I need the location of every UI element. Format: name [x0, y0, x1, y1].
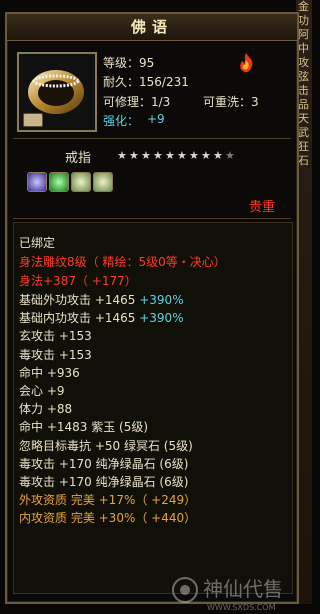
- watermark-text: 神仙代售: [203, 577, 283, 601]
- star-rating: ★ ★ ★ ★ ★ ★ ★ ★ ★ ★: [117, 150, 236, 161]
- attribute-line: 命中 +936: [19, 364, 196, 382]
- attribute-list: 基础外功攻击 +1465 +390% 基础内功攻击 +1465 +390% 玄攻击 …: [19, 291, 196, 527]
- crystal-gem-icon[interactable]: [93, 172, 113, 192]
- attribute-text: 基础内功攻击 +1465: [19, 311, 140, 326]
- attribute-line: 毒攻击 +170 纯净绿晶石 (6级): [19, 455, 196, 473]
- star-icon: ★: [201, 149, 211, 162]
- attribute-line: 命中 +1483 紫玉 (5级): [19, 418, 196, 436]
- attribute-text: 内攻资质 完美 +30%（ +440）: [19, 511, 197, 526]
- bound-status: 已绑定: [19, 236, 56, 250]
- attribute-text: 命中 +1483 紫玉 (5级): [19, 420, 149, 435]
- rarity-label: 贵重: [249, 200, 276, 215]
- attribute-line: 外攻资质 完美 +17%（ +249）: [19, 491, 196, 509]
- attribute-text: 体力 +88: [19, 402, 73, 417]
- flame-icon: [240, 53, 253, 73]
- attribute-line: 体力 +88: [19, 400, 196, 418]
- engrave-line: 身法雕纹8级（ 精绘：5级0等・决心）: [19, 255, 226, 269]
- watermark-url: WWW.SXDS.COM: [207, 603, 276, 612]
- item-name: 佛语: [7, 14, 297, 41]
- divider: [13, 218, 291, 219]
- star-icon: ★: [129, 149, 139, 162]
- item-tooltip: 佛语 等级：95 耐久：156/231 可修理：1/3 可重洗：3 强化： +9…: [5, 12, 299, 612]
- star-icon: ★: [213, 149, 223, 162]
- star-icon: ★: [153, 149, 163, 162]
- star-icon: ★: [177, 149, 187, 162]
- purple-gem-icon[interactable]: [27, 172, 47, 192]
- attribute-text: 命中 +936: [19, 365, 80, 380]
- attribute-text: +390%: [139, 293, 184, 307]
- star-icon: ★: [225, 149, 235, 162]
- attribute-line: 会心 +9: [19, 382, 196, 400]
- divider: [13, 138, 291, 139]
- attribute-text: 毒攻击 +170 纯净绿晶石 (6级): [19, 456, 189, 471]
- attribute-line: 玄攻击 +153: [19, 327, 196, 345]
- attribute-text: 外攻资质 完美 +17%（ +249）: [19, 493, 197, 508]
- attribute-text: 基础外功攻击 +1465: [19, 293, 140, 307]
- attribute-line: 基础外功攻击 +1465 +390%: [19, 291, 196, 309]
- item-enhance-value: +9: [147, 112, 165, 126]
- attribute-line: 内攻资质 完美 +30%（ +440）: [19, 509, 196, 527]
- attribute-text: 会心 +9: [19, 383, 65, 398]
- attribute-text: 玄攻击 +153: [19, 329, 92, 344]
- attribute-text: +390%: [139, 311, 184, 326]
- attribute-text: 毒攻击 +153: [19, 347, 92, 362]
- star-icon: ★: [117, 149, 127, 162]
- item-enhance-label: 强化：: [103, 114, 140, 128]
- item-rewashable: 可重洗：3: [203, 95, 259, 109]
- item-type: 戒指: [65, 151, 92, 166]
- attribute-line: 忽略目标毒抗 +50 绿冥石 (5级): [19, 437, 196, 455]
- star-icon: ★: [165, 149, 175, 162]
- watermark-logo: 神仙代售 WWW.SXDS.COM: [172, 577, 283, 612]
- item-repairable: 可修理：1/3: [103, 95, 171, 109]
- attribute-line: 基础内功攻击 +1465 +390%: [19, 309, 196, 327]
- engrave-bonus: 身法+387（ +177）: [19, 274, 137, 288]
- scroll-icon: [23, 113, 43, 127]
- attribute-text: 毒攻击 +170 纯净绿晶石 (6级): [19, 474, 189, 489]
- attribute-line: 毒攻击 +153: [19, 346, 196, 364]
- crystal-gem-icon[interactable]: [71, 172, 91, 192]
- item-durability: 耐久：156/231: [103, 75, 189, 89]
- item-level: 等级：95: [103, 56, 155, 70]
- attribute-text: 忽略目标毒抗 +50 绿冥石 (5级): [19, 438, 193, 453]
- attribute-line: 毒攻击 +170 纯净绿晶石 (6级): [19, 473, 196, 491]
- green-gem-icon[interactable]: [49, 172, 69, 192]
- star-icon: ★: [189, 149, 199, 162]
- item-icon-slot: [17, 52, 97, 132]
- star-icon: ★: [141, 149, 151, 162]
- ring-icon: [28, 70, 84, 114]
